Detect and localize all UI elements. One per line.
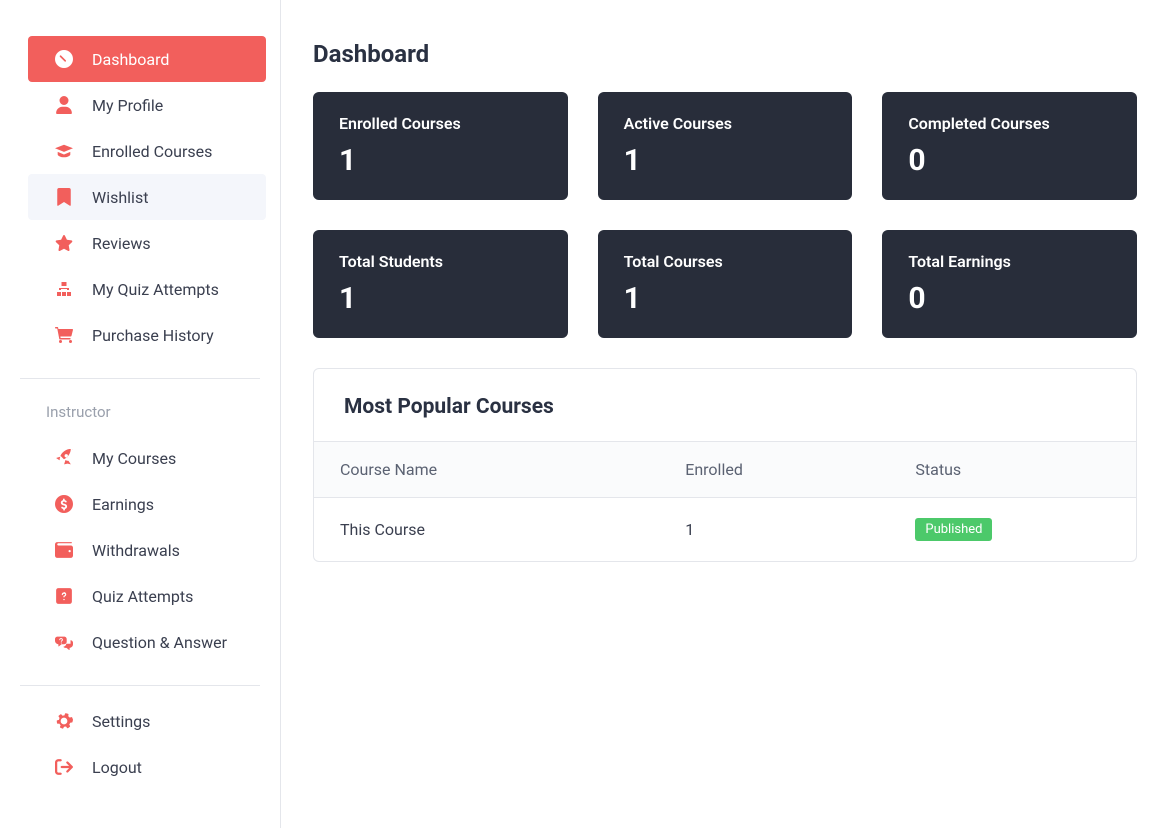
sidebar-item-label: My Courses <box>92 449 176 468</box>
page-title: Dashboard <box>313 40 1137 68</box>
col-enrolled: Enrolled <box>659 442 889 498</box>
sidebar-item-label: Withdrawals <box>92 541 180 560</box>
gear-icon <box>54 711 74 731</box>
col-status: Status <box>889 442 1136 498</box>
sidebar-item-label: Earnings <box>92 495 154 514</box>
sidebar-item-question-answer[interactable]: Question & Answer <box>28 619 266 665</box>
sidebar-item-enrolled-courses[interactable]: Enrolled Courses <box>28 128 266 174</box>
sidebar-item-my-courses[interactable]: My Courses <box>28 435 266 481</box>
cart-icon <box>54 325 74 345</box>
cell-enrolled: 1 <box>659 498 889 562</box>
popular-courses-table: Course Name Enrolled Status This Course … <box>314 442 1136 561</box>
sitemap-icon <box>54 279 74 299</box>
sidebar-item-reviews[interactable]: Reviews <box>28 220 266 266</box>
bookmark-icon <box>54 187 74 207</box>
sidebar-item-label: Reviews <box>92 234 151 253</box>
stat-active-courses: Active Courses 1 <box>598 92 853 200</box>
sidebar-item-label: Settings <box>92 712 150 731</box>
sidebar-item-instructor-quiz-attempts[interactable]: Quiz Attempts <box>28 573 266 619</box>
stat-label: Enrolled Courses <box>339 114 542 133</box>
status-badge: Published <box>915 518 992 541</box>
sidebar-item-label: Quiz Attempts <box>92 587 193 606</box>
stats-grid: Enrolled Courses 1 Active Courses 1 Comp… <box>313 92 1137 338</box>
stat-total-earnings: Total Earnings 0 <box>882 230 1137 338</box>
stat-completed-courses: Completed Courses 0 <box>882 92 1137 200</box>
stat-label: Active Courses <box>624 114 827 133</box>
divider <box>20 685 260 686</box>
sidebar-item-label: My Quiz Attempts <box>92 280 219 299</box>
sidebar-item-wishlist[interactable]: Wishlist <box>28 174 266 220</box>
dollar-circle-icon <box>54 494 74 514</box>
cell-course-name: This Course <box>314 498 659 562</box>
stat-enrolled-courses: Enrolled Courses 1 <box>313 92 568 200</box>
graduation-cap-icon <box>54 141 74 161</box>
question-square-icon <box>54 586 74 606</box>
table-row: This Course 1 Published <box>314 498 1136 562</box>
gauge-icon <box>54 49 74 69</box>
panel-header: Most Popular Courses <box>314 369 1136 442</box>
col-course-name: Course Name <box>314 442 659 498</box>
sidebar-item-profile[interactable]: My Profile <box>28 82 266 128</box>
qa-icon <box>54 632 74 652</box>
stat-value: 0 <box>908 281 1111 316</box>
stat-value: 0 <box>908 143 1111 178</box>
user-icon <box>54 95 74 115</box>
main-content: Dashboard Enrolled Courses 1 Active Cour… <box>281 0 1173 828</box>
sidebar-item-earnings[interactable]: Earnings <box>28 481 266 527</box>
star-icon <box>54 233 74 253</box>
cell-status: Published <box>889 498 1136 562</box>
sidebar-item-label: My Profile <box>92 96 163 115</box>
stat-label: Total Students <box>339 252 542 271</box>
stat-value: 1 <box>339 281 542 316</box>
stat-total-courses: Total Courses 1 <box>598 230 853 338</box>
sidebar-item-quiz-attempts[interactable]: My Quiz Attempts <box>28 266 266 312</box>
sidebar-item-purchase-history[interactable]: Purchase History <box>28 312 266 358</box>
sidebar-section-instructor: Instructor <box>0 391 280 435</box>
sidebar-item-settings[interactable]: Settings <box>28 698 266 744</box>
sidebar-item-withdrawals[interactable]: Withdrawals <box>28 527 266 573</box>
sidebar-item-dashboard[interactable]: Dashboard <box>28 36 266 82</box>
sidebar-item-label: Purchase History <box>92 326 214 345</box>
wallet-icon <box>54 540 74 560</box>
stat-total-students: Total Students 1 <box>313 230 568 338</box>
sidebar-item-label: Dashboard <box>92 50 169 69</box>
popular-courses-panel: Most Popular Courses Course Name Enrolle… <box>313 368 1137 562</box>
sidebar: Dashboard My Profile Enrolled Courses Wi… <box>0 0 281 828</box>
sidebar-item-label: Wishlist <box>92 188 148 207</box>
stat-label: Total Courses <box>624 252 827 271</box>
divider <box>20 378 260 379</box>
sidebar-item-label: Enrolled Courses <box>92 142 212 161</box>
stat-value: 1 <box>624 143 827 178</box>
sidebar-item-label: Logout <box>92 758 142 777</box>
panel-title: Most Popular Courses <box>344 395 1106 419</box>
stat-label: Total Earnings <box>908 252 1111 271</box>
stat-value: 1 <box>339 143 542 178</box>
sidebar-item-logout[interactable]: Logout <box>28 744 266 790</box>
stat-label: Completed Courses <box>908 114 1111 133</box>
stat-value: 1 <box>624 281 827 316</box>
logout-icon <box>54 757 74 777</box>
rocket-icon <box>54 448 74 468</box>
sidebar-item-label: Question & Answer <box>92 633 227 652</box>
